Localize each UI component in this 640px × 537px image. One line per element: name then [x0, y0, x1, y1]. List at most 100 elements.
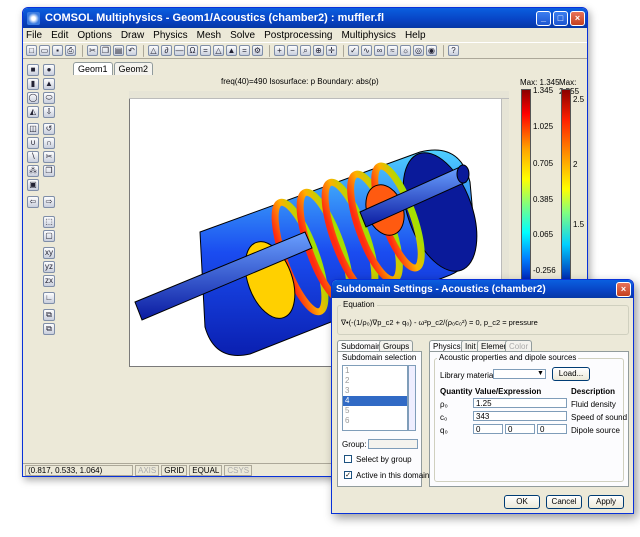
close-button[interactable]: × [570, 10, 585, 26]
view-box-icon[interactable]: ▢ [43, 230, 55, 242]
work-plane-2-icon[interactable]: ⧉ [43, 323, 55, 335]
grid-toggle[interactable]: GRID [161, 464, 188, 476]
light-icon[interactable]: ☼ [400, 45, 411, 56]
check-icon[interactable]: ✓ [348, 45, 359, 56]
chevron-down-icon[interactable]: ▼ [537, 370, 544, 377]
ellipsoid-icon[interactable]: ⬭ [43, 92, 55, 104]
apply-button[interactable]: Apply [588, 495, 624, 509]
subdomain-list-scrollbar[interactable] [408, 365, 416, 431]
array-icon[interactable]: ⁂ [27, 165, 39, 177]
print-icon[interactable]: ⎙ [65, 45, 76, 56]
dialog-close-button[interactable]: × [616, 281, 631, 297]
move-right-icon[interactable]: ⇨ [43, 196, 55, 208]
cone-icon[interactable]: ▲ [43, 78, 55, 90]
axes-icon[interactable]: ∟ [43, 292, 55, 304]
menu-multiphysics[interactable]: Multiphysics [341, 30, 395, 41]
mesh-icon[interactable]: △ [213, 45, 224, 56]
plot-icon[interactable]: ∿ [361, 45, 372, 56]
select-by-group-checkbox[interactable] [344, 455, 352, 463]
draw-mode-icon[interactable]: △ [148, 45, 159, 56]
zoom-window-icon[interactable]: ⌕ [300, 45, 311, 56]
menu-solve[interactable]: Solve [230, 30, 255, 41]
intersect-icon[interactable]: ∩ [43, 137, 55, 149]
dipole-source-x-input[interactable]: 0 [473, 424, 503, 434]
list-item-selected[interactable]: 4 [343, 396, 407, 406]
cylinder-icon[interactable]: ▮ [27, 78, 39, 90]
list-item[interactable]: 6 [343, 416, 407, 426]
maximize-button[interactable]: □ [553, 10, 568, 26]
group-select[interactable] [368, 439, 418, 449]
menu-postprocessing[interactable]: Postprocessing [264, 30, 332, 41]
menu-edit[interactable]: Edit [51, 30, 68, 41]
work-plane-icon[interactable]: ⧉ [43, 309, 55, 321]
revolve-icon[interactable]: ↺ [43, 123, 55, 135]
open-icon[interactable]: ▭ [39, 45, 50, 56]
arrow-down-icon[interactable]: ⇩ [43, 106, 55, 118]
dialog-titlebar[interactable]: Subdomain Settings - Acoustics (chamber2… [332, 280, 633, 298]
camera-icon[interactable]: ◉ [426, 45, 437, 56]
view-3d-icon[interactable]: ⬚ [43, 216, 55, 228]
dipole-source-z-input[interactable]: 0 [537, 424, 567, 434]
ok-button[interactable]: OK [504, 495, 540, 509]
csys-toggle[interactable]: CSYS [224, 464, 253, 476]
union-icon[interactable]: ∪ [27, 137, 39, 149]
axis-toggle[interactable]: AXIS [135, 464, 160, 476]
block-icon[interactable]: ■ [27, 64, 39, 76]
refine-mesh-icon[interactable]: ▲ [226, 45, 237, 56]
film-icon[interactable]: ▣ [27, 179, 39, 191]
boundary-mode-icon[interactable]: — [174, 45, 185, 56]
equal-toggle[interactable]: EQUAL [189, 464, 223, 476]
zx-plane-icon[interactable]: zx [43, 275, 55, 287]
subdomain-list[interactable]: 1 2 3 4 5 6 [342, 365, 408, 431]
zoom-in-icon[interactable]: + [274, 45, 285, 56]
menu-physics[interactable]: Physics [153, 30, 187, 41]
dipole-source-y-input[interactable]: 0 [505, 424, 535, 434]
save-icon[interactable]: ▪ [52, 45, 63, 56]
equal-icon[interactable]: = [200, 45, 211, 56]
animate-icon[interactable]: ≈ [387, 45, 398, 56]
list-item[interactable]: 1 [343, 366, 407, 376]
sphere-icon[interactable]: ● [43, 64, 55, 76]
main-titlebar[interactable]: COMSOL Multiphysics - Geom1/Acoustics (c… [23, 8, 587, 28]
settings-icon[interactable]: ⚙ [252, 45, 263, 56]
menu-help[interactable]: Help [405, 30, 426, 41]
solve-icon[interactable]: = [239, 45, 250, 56]
move-left-icon[interactable]: ⇦ [27, 196, 39, 208]
point-mode-icon[interactable]: ∂ [161, 45, 172, 56]
torus-icon[interactable]: ◯ [27, 92, 39, 104]
menu-draw[interactable]: Draw [121, 30, 144, 41]
copy-icon[interactable]: ❐ [100, 45, 111, 56]
copy-object-icon[interactable]: ❐ [43, 165, 55, 177]
list-item[interactable]: 5 [343, 406, 407, 416]
rotate-icon[interactable]: ◎ [413, 45, 424, 56]
cut-icon[interactable]: ✂ [87, 45, 98, 56]
menu-mesh[interactable]: Mesh [197, 30, 221, 41]
list-item[interactable]: 2 [343, 376, 407, 386]
difference-icon[interactable]: ∖ [27, 151, 39, 163]
pyramid-icon[interactable]: ◭ [27, 106, 39, 118]
menu-options[interactable]: Options [77, 30, 111, 41]
load-button[interactable]: Load... [552, 367, 590, 381]
tab-geom2[interactable]: Geom2 [113, 62, 154, 75]
fluid-density-input[interactable]: 1.25 [473, 398, 567, 408]
tab-geom1[interactable]: Geom1 [73, 62, 113, 75]
new-icon[interactable]: □ [26, 45, 37, 56]
plot-horizontal-scrollbar[interactable] [129, 91, 509, 99]
minimize-button[interactable]: _ [536, 10, 551, 26]
axis-icon[interactable]: ✛ [326, 45, 337, 56]
active-in-domain-checkbox[interactable]: ✓ [344, 471, 352, 479]
undo-icon[interactable]: ↶ [126, 45, 137, 56]
xy-plane-icon[interactable]: xy [43, 247, 55, 259]
zoom-extents-icon[interactable]: ⊕ [313, 45, 324, 56]
yz-plane-icon[interactable]: yz [43, 261, 55, 273]
subdomain-mode-icon[interactable]: Ω [187, 45, 198, 56]
plot-parameters-icon[interactable]: ∞ [374, 45, 385, 56]
extrude-icon[interactable]: ◫ [27, 123, 39, 135]
zoom-out-icon[interactable]: − [287, 45, 298, 56]
speed-of-sound-input[interactable]: 343 [473, 411, 567, 421]
list-item[interactable]: 3 [343, 386, 407, 396]
split-icon[interactable]: ✂ [43, 151, 55, 163]
cancel-button[interactable]: Cancel [546, 495, 582, 509]
menu-file[interactable]: File [26, 30, 42, 41]
paste-icon[interactable]: ▤ [113, 45, 124, 56]
